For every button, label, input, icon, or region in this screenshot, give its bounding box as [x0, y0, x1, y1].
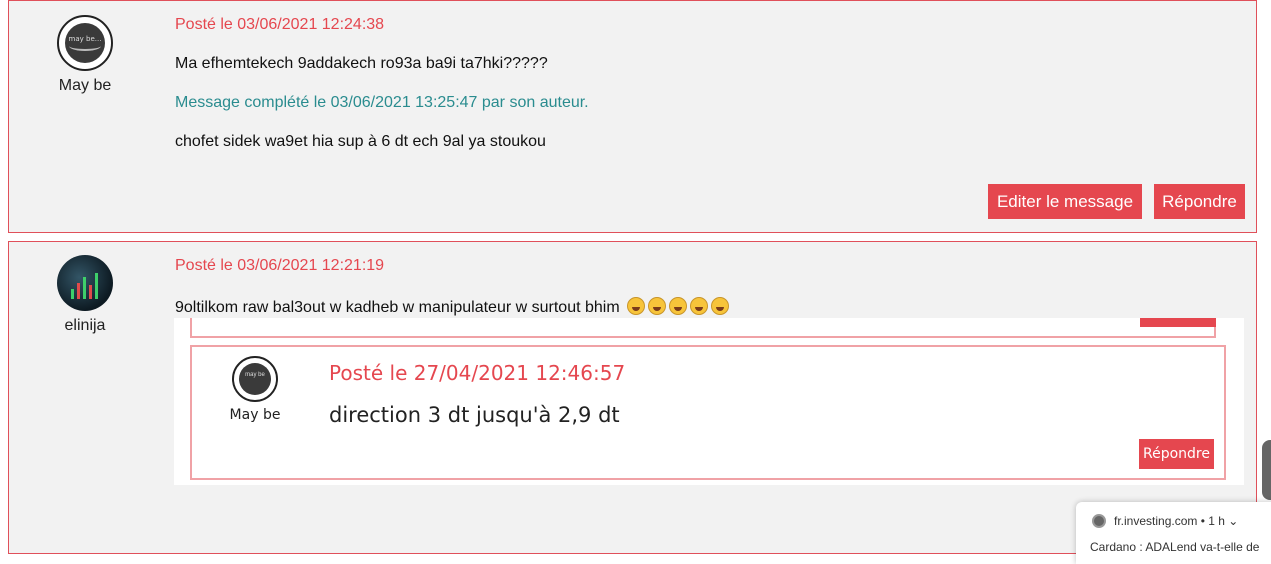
- post-author: may be... May be: [9, 15, 161, 95]
- post-date: Posté le 03/06/2021 12:24:38: [175, 16, 385, 33]
- quoted-date: Posté le 27/04/2021 12:46:57: [329, 361, 626, 385]
- laughing-emoji-icon: [648, 297, 667, 315]
- laughing-emoji-icon: [627, 297, 646, 315]
- laughing-emoji-icon: [669, 297, 688, 315]
- post-text-continued: chofet sidek wa9et hia sup à 6 dt ech 9a…: [175, 133, 546, 150]
- quoted-reply-button: Répondre: [1139, 439, 1214, 469]
- author-name[interactable]: elinija: [9, 317, 161, 335]
- browser-notification[interactable]: fr.investing.com • 1 h ⌄ Cardano : ADALe…: [1076, 502, 1271, 564]
- quoted-avatar: may be: [232, 356, 278, 402]
- quoted-author: may be May be: [222, 356, 288, 423]
- quoted-post-image: may be May be Posté le 27/04/2021 12:46:…: [174, 318, 1244, 485]
- laughing-emoji-icon: [690, 297, 709, 315]
- post-may-be: may be... May be Posté le 03/06/2021 12:…: [8, 0, 1257, 233]
- quoted-post: may be May be Posté le 27/04/2021 12:46:…: [190, 345, 1226, 480]
- post-content: Posté le 03/06/2021 12:24:38 Ma efhemtek…: [175, 15, 1246, 152]
- post-text-line: 9oltilkom raw bal3out w kadheb w manipul…: [175, 297, 1246, 318]
- side-scroll-tab[interactable]: [1262, 440, 1271, 500]
- avatar[interactable]: may be...: [57, 15, 113, 71]
- edit-message-button[interactable]: Editer le message: [988, 184, 1142, 219]
- author-name[interactable]: May be: [9, 77, 161, 95]
- notification-title[interactable]: Cardano : ADALend va-t-elle de: [1090, 540, 1259, 554]
- quoted-author-name: May be: [229, 407, 281, 423]
- quoted-text: direction 3 dt jusqu'à 2,9 dt: [329, 403, 620, 427]
- quoted-previous-button-edge: [1140, 318, 1216, 327]
- avatar[interactable]: [57, 255, 113, 311]
- quoted-previous-post-edge: [190, 318, 1216, 338]
- post-date: Posté le 03/06/2021 12:21:19: [175, 257, 385, 274]
- post-text: 9oltilkom raw bal3out w kadheb w manipul…: [175, 299, 620, 316]
- post-content: Posté le 03/06/2021 12:21:19 9oltilkom r…: [175, 256, 1246, 318]
- edit-note: Message complété le 03/06/2021 13:25:47 …: [175, 94, 589, 111]
- chrome-icon: [1092, 514, 1106, 528]
- laughing-emoji-icon: [711, 297, 730, 315]
- reply-button[interactable]: Répondre: [1154, 184, 1245, 219]
- post-author: elinija: [9, 255, 161, 335]
- notification-source: fr.investing.com • 1 h ⌄: [1114, 514, 1239, 528]
- post-text: Ma efhemtekech 9addakech ro93a ba9i ta7h…: [175, 55, 548, 72]
